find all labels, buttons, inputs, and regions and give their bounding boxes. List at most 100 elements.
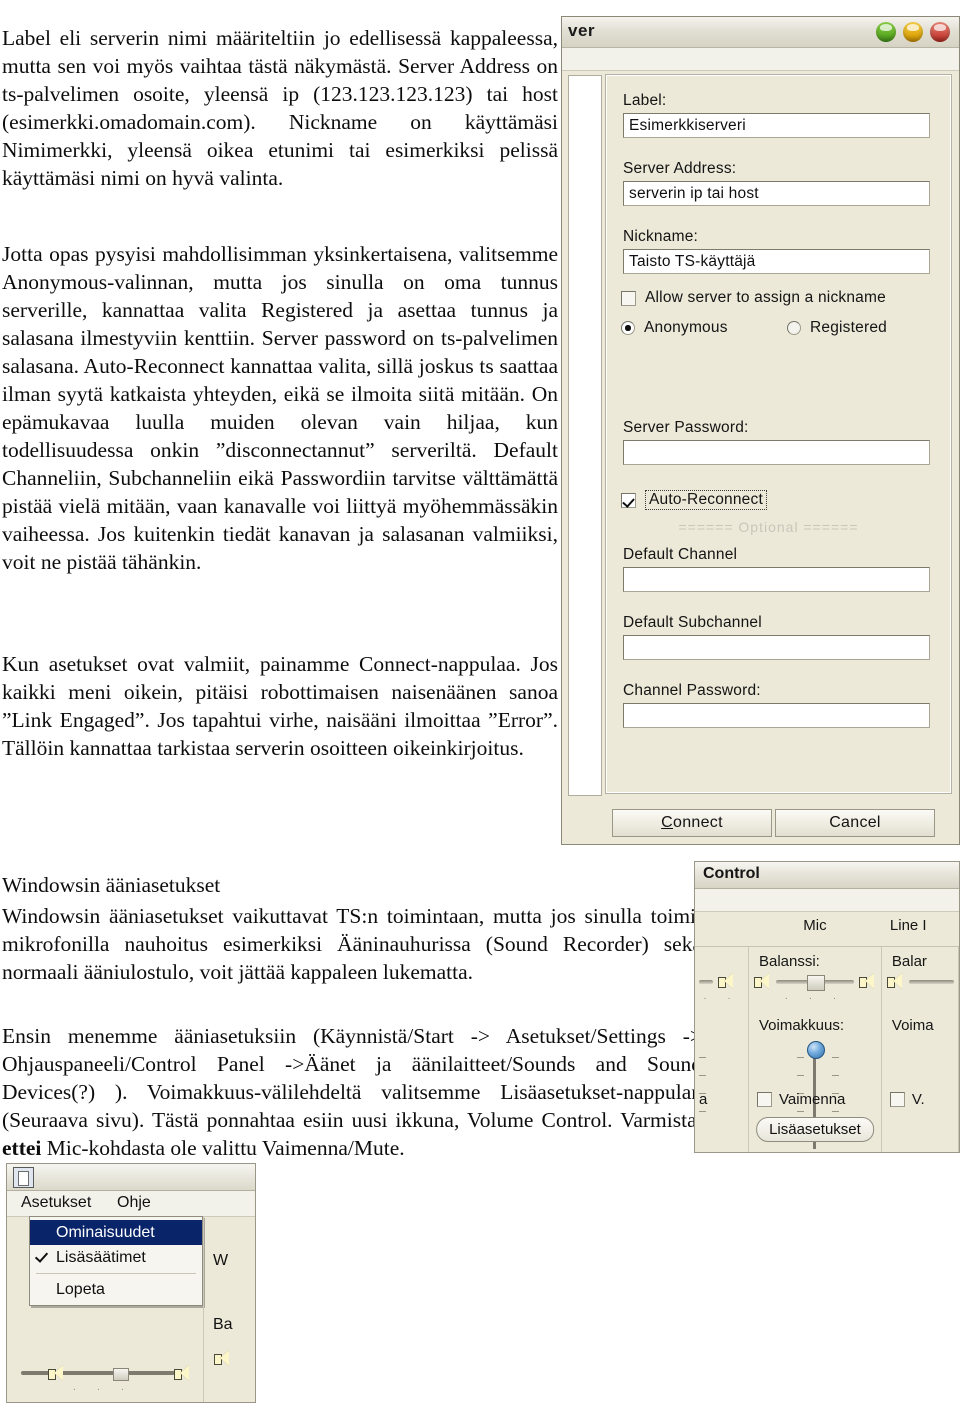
left-col2-w-label: W	[213, 1252, 229, 1269]
default-subchannel-input[interactable]	[623, 635, 930, 660]
server-list-panel[interactable]	[568, 75, 602, 796]
mic-volume-thumb[interactable]	[806, 1041, 825, 1059]
default-channel-caption: Default Channel	[623, 546, 738, 563]
line-in-mute-checkbox[interactable]	[889, 1092, 905, 1107]
speaker-right-icon-bottom	[173, 1365, 192, 1382]
server-password-input[interactable]	[623, 440, 930, 465]
line-in-mute-row[interactable]: V.	[889, 1091, 925, 1108]
default-channel-input[interactable]	[623, 567, 930, 592]
allow-nickname-row[interactable]: Allow server to assign a nickname	[621, 289, 886, 307]
volume-right-titlebar[interactable]: Control	[695, 862, 959, 889]
line-in-balance-row[interactable]	[886, 973, 954, 990]
volume-right-title: Control	[703, 865, 760, 882]
auto-reconnect-label: Auto-Reconnect	[645, 490, 767, 510]
volume-left-menubar: Asetukset Ohje	[7, 1191, 255, 1217]
mute-row-partial[interactable]: a	[699, 1091, 707, 1108]
mute-label-partial: a	[699, 1091, 708, 1108]
menu-item-lopeta[interactable]: Lopeta	[30, 1277, 202, 1302]
anonymous-radio-row[interactable]: Anonymous	[621, 319, 728, 337]
default-subchannel-caption: Default Subchannel	[623, 614, 762, 631]
volume-left-column-separator	[203, 1216, 204, 1402]
field-channel-password: Channel Password:	[623, 682, 930, 728]
body-paragraph-sound-2: Ensin menemme ääniasetuksiin (Käynnistä/…	[2, 1022, 702, 1162]
left-balance-track[interactable]	[21, 1371, 175, 1375]
sound-2-part-a: Ensin menemme ääniasetuksiin (Käynnistä/…	[2, 1023, 702, 1132]
menu-item-ominaisuudet[interactable]: Ominaisuudet	[30, 1220, 202, 1245]
advanced-settings-button[interactable]: Lisäasetukset	[756, 1117, 874, 1142]
volume-right-columns: · · a Mic Balanssi: · · · Voimakkuus: Va…	[695, 917, 959, 1152]
connect-accel-letter: C	[661, 814, 673, 831]
body-paragraph-3: Kun asetukset ovat valmiit, painamme Con…	[2, 651, 558, 760]
close-button-icon[interactable]	[930, 22, 950, 42]
body-paragraph-1: Label eli serverin nimi määriteltiin jo …	[2, 25, 558, 190]
volume-left-titlebar[interactable]	[7, 1164, 255, 1191]
dialog-titlebar[interactable]: ver	[562, 17, 959, 48]
menu-ohje[interactable]: Ohje	[117, 1194, 151, 1212]
allow-nickname-checkbox[interactable]	[621, 290, 636, 306]
connect-button[interactable]: Connect	[612, 809, 772, 837]
cancel-label: Cancel	[829, 814, 881, 831]
mic-balance-label: Balanssi:	[758, 953, 820, 970]
section-heading-sound-settings: Windowsin ääniasetukset	[2, 872, 221, 897]
speaker-right-icon-mic	[858, 973, 877, 990]
speaker-right-icon-partial	[717, 973, 736, 990]
sound-2-emphasis: ettei	[2, 1135, 42, 1160]
field-server-address: Server Address:	[623, 160, 930, 206]
nickname-input[interactable]	[623, 249, 930, 274]
speaker-left-icon-bottom	[47, 1365, 66, 1382]
menu-item-lisasaatimet[interactable]: Lisäsäätimet	[30, 1245, 202, 1270]
mic-volume-label: Voimakkuus:	[758, 1017, 845, 1034]
registered-radio[interactable]	[787, 321, 801, 335]
label-caption: Label:	[623, 92, 667, 109]
window-controls	[876, 22, 950, 42]
menu-asetukset[interactable]: Asetukset	[21, 1194, 91, 1212]
checkmark-icon	[34, 1249, 49, 1263]
mic-mute-row[interactable]: Vaimenna	[756, 1091, 846, 1108]
channel-password-caption: Channel Password:	[623, 682, 761, 699]
line-in-mute-label: V.	[911, 1091, 925, 1108]
anonymous-radio[interactable]	[621, 321, 635, 335]
registered-radio-row[interactable]: Registered	[787, 319, 887, 337]
allow-nickname-label: Allow server to assign a nickname	[645, 289, 886, 306]
left-balance-row[interactable]	[21, 1368, 182, 1381]
left-balance-ticks: · · ·	[72, 1384, 134, 1395]
left-col2-balance-label: Ba	[213, 1316, 233, 1333]
teamspeak-connect-dialog: ver Label: Server Address: Nickname:	[561, 16, 960, 845]
auto-reconnect-checkbox[interactable]	[621, 492, 636, 508]
server-password-caption: Server Password:	[623, 419, 749, 436]
optional-divider: ====== Optional ======	[678, 519, 859, 535]
mic-balance-track[interactable]	[775, 974, 854, 991]
mic-balance-row[interactable]	[753, 973, 877, 991]
mic-balance-thumb[interactable]	[806, 974, 825, 991]
volume-right-menubar[interactable]	[695, 889, 959, 912]
volume-column-partial-left: · · a	[695, 947, 749, 1152]
line-in-balance-track[interactable]	[908, 979, 954, 984]
speaker-left-icon-mic	[753, 973, 772, 990]
maximize-button-icon[interactable]	[903, 22, 923, 42]
left-balance-thumb[interactable]	[113, 1368, 129, 1381]
column-header-mic: Mic	[803, 917, 827, 934]
channel-password-input[interactable]	[623, 703, 930, 728]
menu-item-lisasaatimet-label: Lisäsäätimet	[56, 1249, 146, 1266]
volume-control-window-left: Asetukset Ohje Ominaisuudet Lisäsäätimet…	[6, 1163, 256, 1403]
balance-track-partial[interactable]	[699, 979, 713, 984]
label-input[interactable]	[623, 113, 930, 138]
cancel-button[interactable]: Cancel	[775, 809, 935, 837]
minimize-button-icon[interactable]	[876, 22, 896, 42]
server-address-input[interactable]	[623, 181, 930, 206]
field-default-subchannel: Default Subchannel	[623, 614, 930, 660]
volume-column-line-in: Line I Balar Voima V.	[882, 917, 959, 1152]
field-server-password: Server Password:	[623, 419, 930, 465]
registered-label: Registered	[810, 319, 887, 336]
speaker-left-icon-line-in	[886, 973, 905, 990]
auto-reconnect-row[interactable]: Auto-Reconnect	[621, 490, 767, 510]
dialog-title: ver	[568, 21, 596, 40]
field-nickname: Nickname:	[623, 228, 930, 274]
volume-column-mic: Mic Balanssi: · · · Voimakkuus: Vaimenna…	[749, 917, 882, 1152]
line-in-volume-label: Voima	[891, 1017, 934, 1034]
mic-balance-ticks: · · ·	[784, 993, 846, 1004]
mic-mute-label: Vaimenna	[778, 1091, 846, 1108]
balance-row-partial[interactable]	[699, 973, 744, 990]
mic-mute-checkbox[interactable]	[756, 1092, 772, 1107]
app-window-icon	[13, 1167, 34, 1188]
